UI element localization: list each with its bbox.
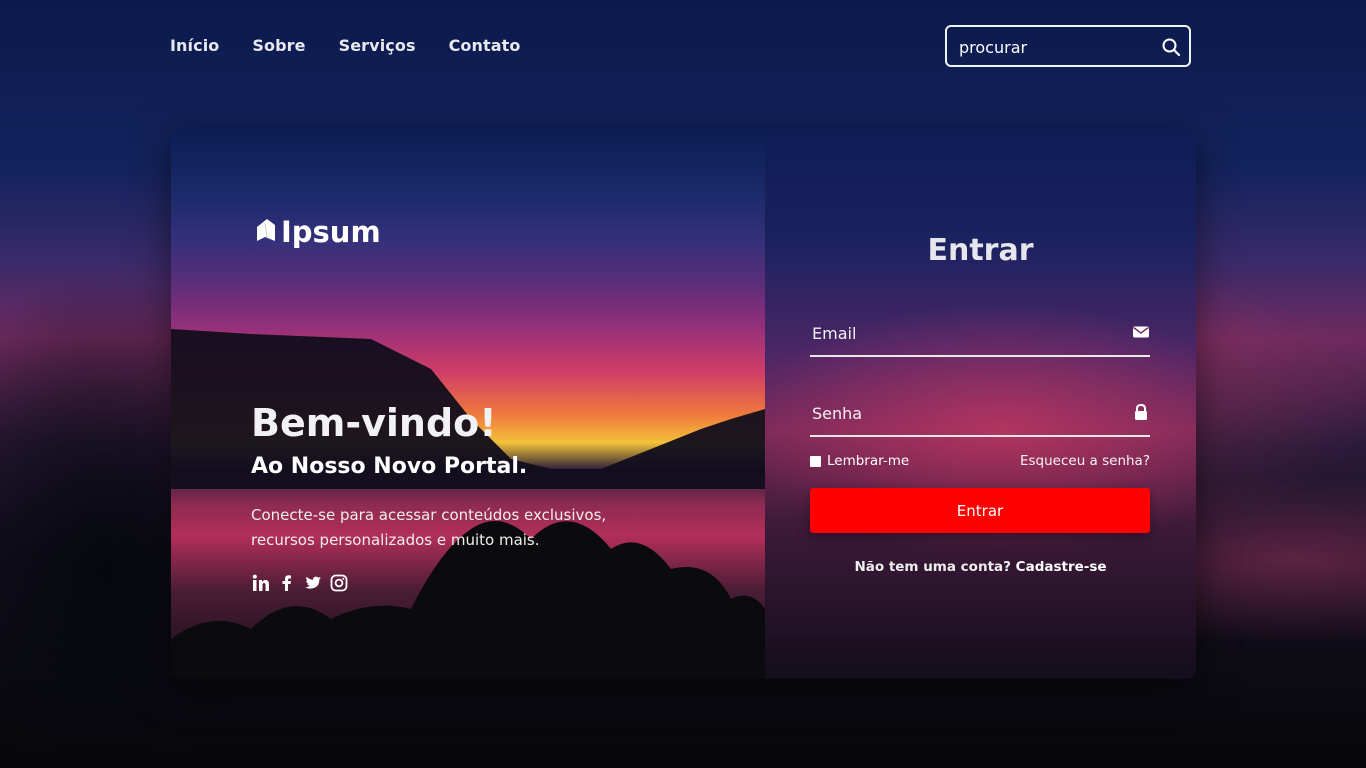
social-links: [252, 574, 348, 592]
envelope-icon: [1132, 323, 1150, 341]
remember-checkbox[interactable]: [810, 455, 821, 467]
signup-prompt: Não tem uma conta? Cadastre-se: [765, 559, 1196, 575]
email-field: [810, 315, 1150, 357]
login-button[interactable]: Entrar: [810, 488, 1150, 533]
leaf-book-icon: [255, 217, 277, 247]
signup-link[interactable]: Cadastre-se: [1016, 559, 1107, 575]
twitter-icon[interactable]: [304, 574, 322, 592]
welcome-subtitle: Ao Nosso Novo Portal.: [251, 454, 528, 479]
forgot-password-link[interactable]: Esqueceu a senha?: [1020, 453, 1150, 469]
linkedin-icon[interactable]: [252, 574, 270, 592]
remember-label: Lembrar-me: [827, 453, 910, 469]
top-nav: Início Sobre Serviços Contato: [170, 36, 521, 55]
brand-name: Ipsum: [281, 215, 381, 249]
login-title: Entrar: [927, 233, 1034, 268]
signup-prompt-text: Não tem uma conta?: [854, 559, 1016, 575]
nav-link-inicio[interactable]: Início: [170, 36, 219, 55]
email-input[interactable]: [810, 321, 1114, 345]
lock-icon: [1132, 403, 1150, 421]
welcome-heading: Bem-vindo!: [251, 401, 497, 445]
facebook-icon[interactable]: [278, 574, 296, 592]
search-box: [945, 25, 1191, 67]
password-field: [810, 395, 1150, 437]
remember-me[interactable]: Lembrar-me: [810, 453, 909, 469]
welcome-description: Conecte-se para acessar conteúdos exclus…: [251, 506, 607, 549]
nav-link-contato[interactable]: Contato: [449, 36, 521, 55]
search-input[interactable]: [957, 36, 1161, 58]
nav-link-servicos[interactable]: Serviços: [339, 36, 416, 55]
login-panel: Entrar Lembrar-me Esqueceu a senha? Entr…: [765, 129, 1196, 679]
password-input[interactable]: [810, 401, 1114, 425]
nav-link-sobre[interactable]: Sobre: [252, 36, 305, 55]
search-icon[interactable]: [1161, 37, 1181, 57]
instagram-icon[interactable]: [330, 574, 348, 592]
welcome-panel: Ipsum Bem-vindo! Ao Nosso Novo Portal. C…: [171, 129, 765, 679]
brand-logo[interactable]: Ipsum: [255, 215, 381, 249]
login-card: Ipsum Bem-vindo! Ao Nosso Novo Portal. C…: [171, 129, 1196, 679]
